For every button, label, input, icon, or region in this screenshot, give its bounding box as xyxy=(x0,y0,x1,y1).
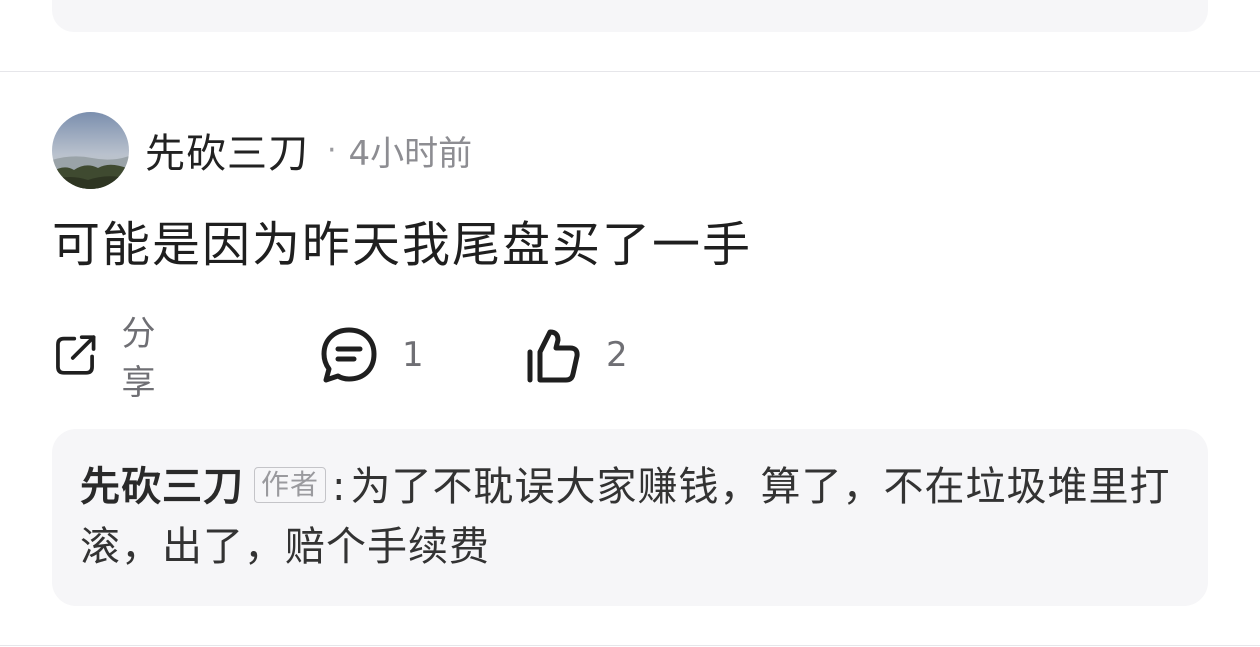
author-reply[interactable]: 先砍三刀 作者: 为了不耽误大家赚钱，算了，不在垃圾堆里打滚，出了，赔个手续费 xyxy=(52,429,1208,606)
comment-header: 先砍三刀 · 4小时前 xyxy=(52,111,472,189)
thumbs-up-icon xyxy=(527,329,580,383)
reply-text-block: 先砍三刀 作者: 为了不耽误大家赚钱，算了，不在垃圾堆里打滚，出了，赔个手续费 xyxy=(80,457,1180,577)
avatar[interactable] xyxy=(52,111,129,189)
comment-icon xyxy=(321,327,377,383)
reply-colon: : xyxy=(332,464,347,510)
comment-text: 可能是因为昨天我尾盘买了一手 xyxy=(52,217,753,273)
like-button[interactable]: 2 xyxy=(522,322,628,388)
divider xyxy=(0,645,1260,646)
reply-author[interactable]: 先砍三刀 xyxy=(80,464,244,510)
share-label: 分享 xyxy=(121,314,156,403)
meta-separator: · xyxy=(327,132,337,168)
comment-button[interactable]: 1 xyxy=(318,322,424,388)
author-name[interactable]: 先砍三刀 xyxy=(145,121,309,179)
post-time: 4小时前 xyxy=(348,133,473,174)
divider xyxy=(0,71,1260,72)
author-badge: 作者 xyxy=(254,467,327,503)
previous-reply-box xyxy=(52,0,1208,32)
comment-count: 1 xyxy=(402,335,424,375)
comment-page: 先砍三刀 · 4小时前 可能是因为昨天我尾盘买了一手 分享 1 2 先砍三刀 作… xyxy=(0,0,1260,647)
like-count: 2 xyxy=(606,335,628,375)
share-icon xyxy=(56,335,96,375)
avatar-image xyxy=(52,111,129,189)
share-button[interactable]: 分享 xyxy=(52,314,172,403)
